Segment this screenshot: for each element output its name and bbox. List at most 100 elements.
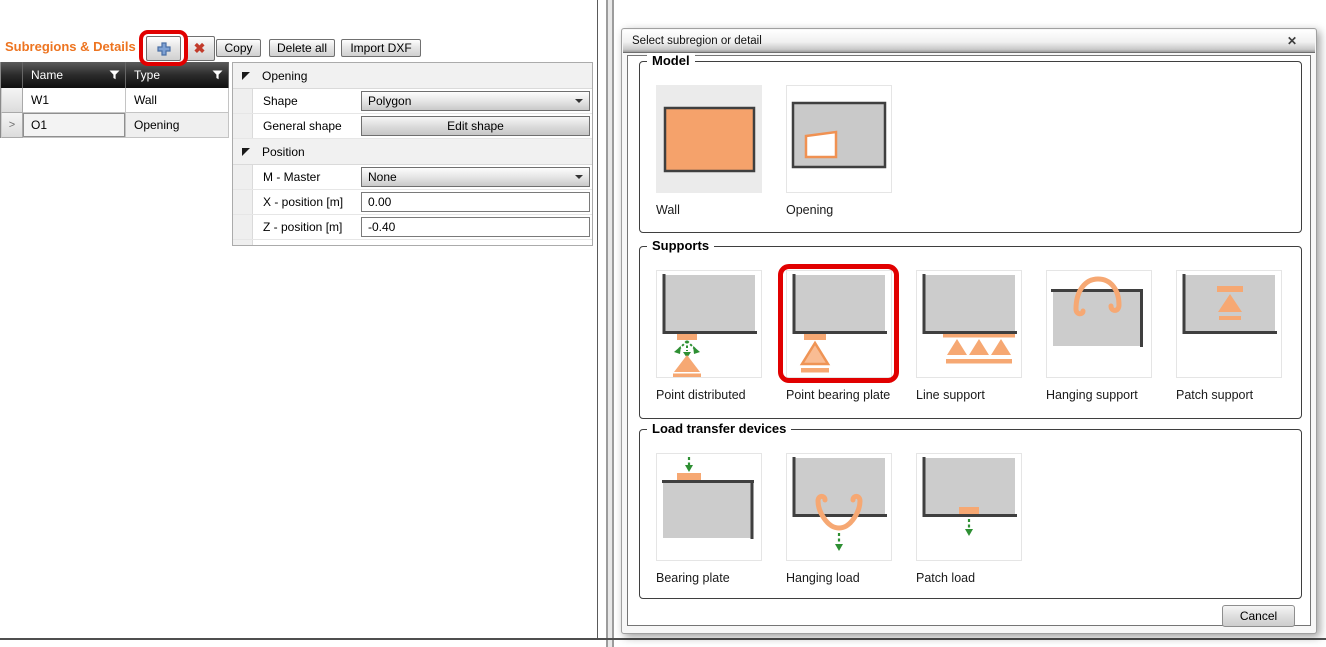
plus-icon bbox=[156, 41, 172, 57]
tile-hanging-load[interactable]: Hanging load bbox=[786, 453, 894, 585]
dropdown-value: None bbox=[368, 170, 397, 184]
property-editor: None bbox=[359, 165, 592, 189]
import-dxf-button[interactable]: Import DXF bbox=[341, 39, 421, 57]
hanging-support-icon bbox=[1046, 270, 1152, 378]
textbox-value: 0.00 bbox=[368, 195, 392, 209]
property-row-gutter bbox=[233, 165, 253, 189]
property-label: Shape bbox=[263, 94, 298, 108]
groupbox-title: Supports bbox=[647, 238, 715, 253]
property-group-header-opening[interactable]: Opening bbox=[233, 63, 592, 89]
tile-bearing-plate[interactable]: Bearing plate bbox=[656, 453, 764, 585]
column-header-type[interactable]: Type bbox=[126, 62, 229, 88]
select-subregion-dialog: Select subregion or detail ✕ Cancel Mode… bbox=[621, 28, 1317, 634]
tile-label: Point distributed bbox=[656, 388, 746, 402]
property-row-gutter bbox=[233, 190, 253, 214]
tile-line-support[interactable]: Line support bbox=[916, 270, 1024, 402]
dialog-titlebar[interactable]: Select subregion or detail ✕ bbox=[623, 30, 1315, 53]
row-selector[interactable] bbox=[1, 88, 23, 113]
delete-all-button[interactable]: Delete all bbox=[269, 39, 335, 57]
tile-point-bearing-plate[interactable]: Point bearing plate bbox=[778, 264, 899, 402]
cell-name[interactable]: W1 bbox=[23, 88, 126, 113]
line-support-icon bbox=[916, 270, 1022, 378]
property-row-gutter bbox=[233, 114, 253, 138]
property-row-gutter bbox=[233, 89, 253, 113]
tile-patch-support[interactable]: Patch support bbox=[1176, 270, 1284, 402]
row-selector-header bbox=[1, 62, 23, 88]
expanded-triangle-icon bbox=[242, 147, 250, 156]
table-header-row: Name Type bbox=[1, 62, 229, 88]
row-selector[interactable]: > bbox=[1, 113, 23, 138]
cancel-button[interactable]: Cancel bbox=[1222, 605, 1295, 627]
property-label: General shape bbox=[263, 119, 342, 133]
tile-label: Patch support bbox=[1176, 388, 1254, 402]
tile-row: Wall Opening bbox=[656, 85, 916, 217]
tile-row: Point distributed Point bearing plate Line… bbox=[656, 264, 1306, 402]
close-icon[interactable]: ✕ bbox=[1287, 34, 1297, 48]
property-grid: Opening Shape Polygon General shape Edit sha… bbox=[232, 62, 593, 246]
chevron-down-icon bbox=[575, 99, 583, 103]
property-label: Z - position [m] bbox=[263, 220, 343, 234]
property-row-x-position-m: X - position [m] 0.00 bbox=[233, 190, 592, 215]
column-header-label: Type bbox=[134, 68, 161, 82]
edit-shape-button[interactable]: Edit shape bbox=[361, 116, 590, 136]
tile-patch-load[interactable]: Patch load bbox=[916, 453, 1024, 585]
dialog-title: Select subregion or detail bbox=[632, 35, 762, 47]
wall-icon bbox=[656, 85, 762, 193]
property-group-title: Opening bbox=[262, 68, 308, 83]
tile-label: Line support bbox=[916, 388, 985, 402]
copy-button[interactable]: Copy bbox=[216, 39, 261, 57]
subregions-table: Name Type W1 Wall > O1 Opening bbox=[0, 62, 229, 138]
panel-title: Subregions & Details bbox=[5, 39, 136, 54]
property-label: M - Master bbox=[263, 170, 321, 184]
delete-button[interactable]: ✖ bbox=[184, 36, 215, 61]
hanging-load-icon bbox=[786, 453, 892, 561]
tile-label: Opening bbox=[786, 203, 834, 217]
property-row-m-master: M - Master None bbox=[233, 165, 592, 190]
dropdown-shape[interactable]: Polygon bbox=[361, 91, 590, 111]
cell-type[interactable]: Opening bbox=[126, 113, 229, 138]
cell-name[interactable]: O1 bbox=[23, 113, 126, 138]
tile-hanging-support[interactable]: Hanging support bbox=[1046, 270, 1154, 402]
red-x-icon: ✖ bbox=[193, 40, 206, 56]
property-editor: 0.00 bbox=[359, 190, 592, 214]
funnel-icon[interactable] bbox=[212, 70, 223, 80]
left-panel: Subregions & Details ✖ Copy Delete all I… bbox=[0, 0, 598, 638]
property-row-z-position-m: Z - position [m] -0.40 bbox=[233, 215, 592, 240]
patch-support-icon bbox=[1176, 270, 1282, 378]
chevron-down-icon bbox=[575, 175, 583, 179]
column-header-name[interactable]: Name bbox=[23, 62, 126, 88]
table-row-o1[interactable]: > O1 Opening bbox=[1, 113, 229, 138]
textbox-z-position-m[interactable]: -0.40 bbox=[361, 217, 590, 237]
tile-label: Point bearing plate bbox=[786, 388, 891, 402]
current-row-arrow-icon: > bbox=[8, 119, 16, 131]
point-distributed-icon bbox=[656, 270, 762, 378]
groupbox-load-transfer-devices: Load transfer devices Bearing plate Hangin… bbox=[639, 421, 1302, 599]
tile-label: Bearing plate bbox=[656, 571, 730, 585]
property-editor: Polygon bbox=[359, 89, 592, 113]
textbox-x-position-m[interactable]: 0.00 bbox=[361, 192, 590, 212]
funnel-icon[interactable] bbox=[109, 70, 120, 80]
property-label: X - position [m] bbox=[263, 195, 344, 209]
tile-point-distributed[interactable]: Point distributed bbox=[656, 270, 764, 402]
property-grid-tail bbox=[233, 240, 592, 245]
groupbox-model: Model Wall Opening bbox=[639, 53, 1302, 233]
panel-splitter[interactable] bbox=[606, 0, 614, 647]
tile-label: Hanging support bbox=[1046, 388, 1138, 402]
point-bearing-plate-icon bbox=[786, 270, 892, 378]
groupbox-title: Model bbox=[647, 53, 695, 68]
bearing-plate-icon bbox=[656, 453, 762, 561]
table-row-w1[interactable]: W1 Wall bbox=[1, 88, 229, 113]
add-button[interactable] bbox=[146, 36, 181, 61]
property-group-header-position[interactable]: Position bbox=[233, 139, 592, 165]
tile-wall[interactable]: Wall bbox=[656, 85, 764, 217]
cell-type[interactable]: Wall bbox=[126, 88, 229, 113]
column-header-label: Name bbox=[31, 68, 64, 82]
property-row-gutter bbox=[233, 215, 253, 239]
dialog-content: Cancel Model Wall Opening Supports Point dis… bbox=[627, 53, 1311, 627]
tile-opening[interactable]: Opening bbox=[786, 85, 894, 217]
dropdown-m-master[interactable]: None bbox=[361, 167, 590, 187]
tile-row: Bearing plate Hanging load Patch load bbox=[656, 453, 1046, 585]
textbox-value: -0.40 bbox=[368, 220, 396, 234]
opening-icon bbox=[786, 85, 892, 193]
expanded-triangle-icon bbox=[242, 71, 250, 80]
